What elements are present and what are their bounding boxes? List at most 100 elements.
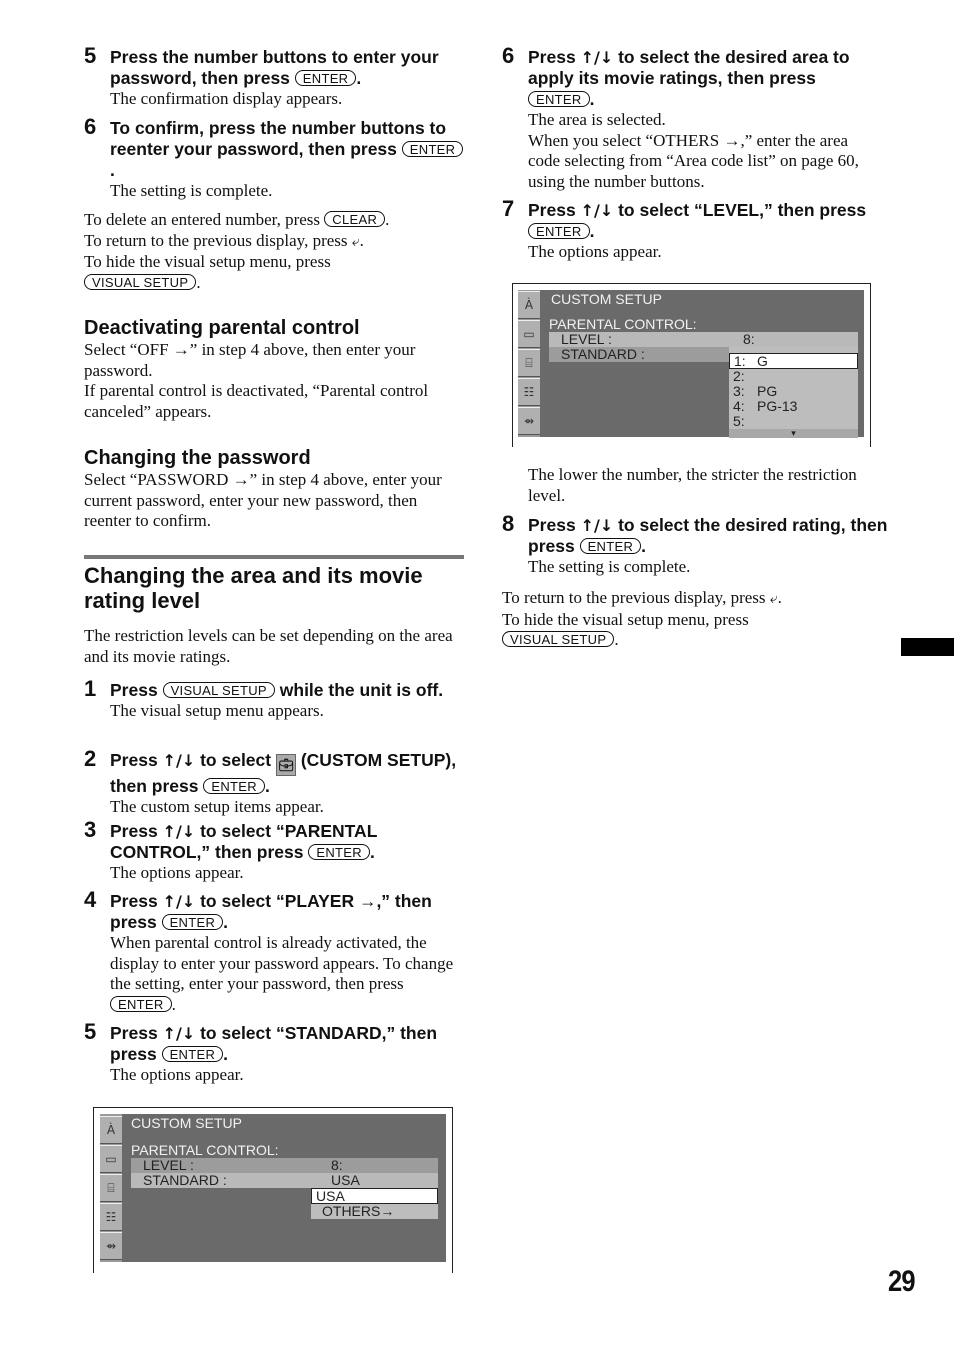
visual-setup-key: VISUAL SETUP [84, 273, 197, 290]
enter-key: ENTER [528, 91, 590, 107]
step-heading: Press ↑/↓ to select “PLAYER →,” then pre… [110, 891, 432, 932]
step-number: 8 [502, 511, 515, 536]
enter-key: ENTER [528, 223, 590, 239]
level-dropdown: 1: G 2: 3: PG 4: PG-13 5: ▾ [729, 347, 858, 438]
step-body: The options appear. [110, 863, 244, 882]
step-body: The setting is complete. [110, 181, 273, 200]
language-icon: À [518, 291, 540, 319]
section-intro: The restriction levels can be set depend… [84, 626, 453, 666]
step-heading: Press the number buttons to enter your p… [110, 47, 439, 88]
connection-icon: ⇴ [100, 1232, 122, 1260]
step-number: 5 [84, 1019, 97, 1044]
step-7-level: 7 Press ↑/↓ to select “LEVEL,” then pres… [502, 196, 882, 263]
step-heading: Press ↑/↓ to select the desired rating, … [528, 515, 888, 556]
step-body: The setting is complete. [528, 557, 691, 576]
step-heading: Press ↑/↓ to select 💼︎ (CUSTOM SETUP), t… [110, 750, 457, 796]
visual-setup-key: VISUAL SETUP [162, 682, 275, 698]
step-6-confirm-password: 6 To confirm, press the number buttons t… [84, 114, 464, 202]
step-number: 1 [84, 676, 97, 701]
up-down-arrows-icon: ↑/↓ [580, 48, 614, 67]
step-4-player: 4 Press ↑/↓ to select “PLAYER →,” then p… [84, 887, 464, 1015]
notes-block: To delete an entered number, press CLEAR… [84, 210, 390, 292]
enter-key: ENTER [579, 538, 642, 554]
step-body: The confirmation display appears. [110, 89, 343, 108]
step-8-select-rating: 8 Press ↑/↓ to select the desired rating… [502, 511, 892, 578]
step-number: 6 [502, 43, 515, 68]
level-row: LEVEL : 8: [549, 332, 858, 347]
enter-key: ENTER [401, 141, 464, 157]
clear-key: CLEAR [324, 211, 386, 227]
level-row: LEVEL : 8: [131, 1158, 438, 1173]
step-number: 2 [84, 746, 97, 771]
step-body: The options appear. [528, 242, 662, 261]
toolbox-icon: 💼︎ [275, 754, 296, 776]
dropdown-option-2[interactable]: 2: [729, 369, 858, 384]
step-5-standard: 5 Press ↑/↓ to select “STANDARD,” then p… [84, 1019, 464, 1086]
dropdown-option-4[interactable]: 4: PG-13 [729, 399, 858, 414]
dropdown-option-usa[interactable]: USA [311, 1188, 438, 1204]
screen-subtitle: PARENTAL CONTROL: [549, 316, 697, 332]
restriction-note: The lower the number, the stricter the r… [528, 465, 857, 505]
screen-subtitle: PARENTAL CONTROL: [131, 1142, 279, 1158]
deactivating-body: Select “OFF →” in step 4 above, then ent… [84, 340, 429, 421]
standard-row: STANDARD : [549, 347, 729, 362]
step-number: 3 [84, 817, 97, 842]
up-down-arrows-icon: ↑/↓ [580, 201, 614, 220]
audio-settings-icon: ☷ [100, 1203, 122, 1231]
section-divider [84, 555, 464, 559]
section-tab-marker [901, 638, 954, 656]
return-icon: ⤶ [769, 591, 778, 607]
step-heading: Press VISUAL SETUP while the unit is off… [110, 680, 444, 700]
step-body: The custom setup items appear. [110, 797, 324, 816]
dropdown-option-1[interactable]: 1: G [729, 353, 858, 369]
dropdown-option-others[interactable]: OTHERS→ [311, 1204, 438, 1219]
right-notes-block: To return to the previous display, press… [502, 588, 782, 649]
screen-title: CUSTOM SETUP [131, 1115, 242, 1131]
step-body: The area is selected. When you select “O… [528, 110, 859, 191]
step-number: 6 [84, 114, 97, 139]
step-2-custom-setup: 2 Press ↑/↓ to select 💼︎ (CUSTOM SETUP),… [84, 746, 464, 818]
step-heading: Press ↑/↓ to select “LEVEL,” then press … [528, 200, 867, 241]
up-down-arrows-icon: ↑/↓ [580, 516, 614, 535]
enter-key: ENTER [294, 70, 357, 86]
enter-key: ENTER [161, 914, 224, 930]
toolbox-icon: ⌸ [518, 349, 540, 377]
enter-key: ENTER [308, 844, 370, 860]
step-heading: To confirm, press the number buttons to … [110, 118, 464, 181]
up-down-arrows-icon: ↑/↓ [162, 822, 196, 841]
step-number: 4 [84, 887, 97, 912]
deactivating-heading: Deactivating parental control [84, 317, 360, 339]
language-icon: À [100, 1116, 122, 1144]
toolbox-icon: ⌸ [100, 1174, 122, 1202]
step-heading: Press ↑/↓ to select “PARENTAL CONTROL,” … [110, 821, 378, 862]
step-body: The visual setup menu appears. [110, 701, 324, 720]
custom-setup-screen-level: À ▭ ⌸ ☷ ⇴ CUSTOM SETUP PARENTAL CONTROL… [518, 290, 864, 438]
standard-dropdown: USA OTHERS→ [311, 1188, 438, 1219]
connection-icon: ⇴ [518, 407, 540, 435]
visual-setup-key: VISUAL SETUP [502, 631, 615, 647]
step-number: 5 [84, 43, 97, 68]
scroll-down-indicator-icon[interactable]: ▾ [729, 429, 858, 438]
return-icon: ⤶ [351, 233, 360, 250]
step-body: When parental control is already activat… [110, 933, 454, 1014]
dropdown-option-3[interactable]: 3: PG [729, 384, 858, 399]
changing-password-body: Select “PASSWORD →” in step 4 above, ent… [84, 470, 442, 530]
step-heading: Press ↑/↓ to select “STANDARD,” then pre… [110, 1023, 438, 1064]
standard-row: STANDARD : USA [131, 1173, 438, 1188]
up-down-arrows-icon: ↑/↓ [162, 1024, 196, 1043]
audio-settings-icon: ☷ [518, 378, 540, 406]
section-title: Changing the area and its movie rating l… [84, 563, 423, 613]
step-5-enter-password: 5 Press the number buttons to enter your… [84, 43, 464, 110]
step-3-parental-control: 3 Press ↑/↓ to select “PARENTAL CONTROL,… [84, 817, 464, 884]
up-down-arrows-icon: ↑/↓ [162, 751, 196, 770]
page-number: 29 [888, 1265, 916, 1298]
changing-password-heading: Changing the password [84, 447, 311, 469]
dropdown-option-5[interactable]: 5: [729, 414, 858, 429]
step-1-visual-setup: 1 Press VISUAL SETUP while the unit is o… [84, 676, 464, 722]
screen-icon: ▭ [518, 320, 540, 348]
enter-key: ENTER [203, 778, 265, 794]
step-6-select-area: 6 Press ↑/↓ to select the desired area t… [502, 43, 882, 192]
screen-title: CUSTOM SETUP [551, 291, 662, 307]
enter-key: ENTER [161, 1046, 224, 1062]
custom-setup-screen-standard: À ▭ ⌸ ☷ ⇴ CUSTOM SETUP PARENTAL CONTROL… [100, 1114, 446, 1262]
